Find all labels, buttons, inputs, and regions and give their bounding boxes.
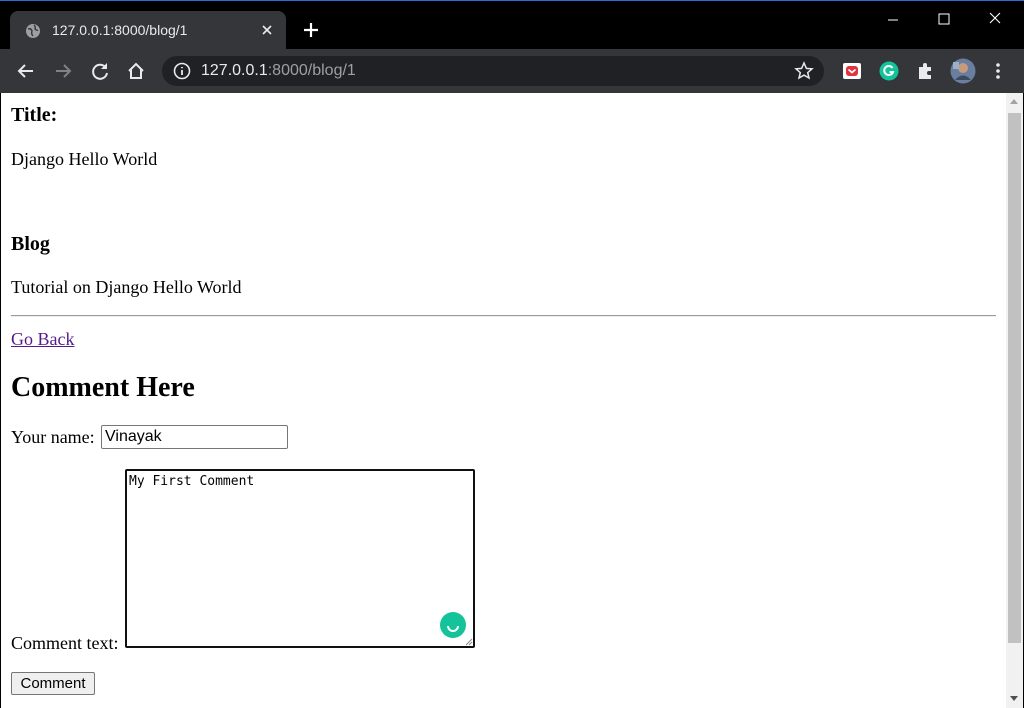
window-close-icon[interactable] [975, 7, 1015, 33]
maximize-icon[interactable] [924, 7, 964, 33]
url-path: :8000/blog/1 [267, 62, 356, 79]
new-tab-icon[interactable] [300, 19, 322, 41]
home-icon[interactable] [125, 60, 147, 82]
name-label: Your name: [11, 427, 95, 447]
scrollbar-thumb[interactable] [1008, 113, 1021, 643]
blog-heading: Blog [11, 233, 50, 255]
title-value: Django Hello World [11, 149, 158, 169]
pocket-icon[interactable] [841, 60, 863, 82]
tab-strip: 127.0.0.1:8000/blog/1 [0, 1, 1024, 49]
menu-kebab-icon[interactable] [987, 60, 1009, 82]
url-host: 127.0.0.1 [201, 62, 268, 79]
comment-textarea[interactable]: My First Comment [125, 469, 475, 648]
reload-icon[interactable] [89, 60, 111, 82]
comment-text-label: Comment text: [11, 633, 119, 653]
tab-title: 127.0.0.1:8000/blog/1 [52, 22, 188, 38]
grammarly-spinner-icon [447, 625, 459, 632]
globe-icon [26, 24, 40, 38]
horizontal-rule [11, 315, 996, 317]
minimize-icon[interactable] [873, 7, 913, 33]
browser-tab[interactable]: 127.0.0.1:8000/blog/1 [10, 11, 286, 49]
address-bar[interactable]: 127.0.0.1:8000/blog/1 [162, 56, 824, 86]
url-text: 127.0.0.1:8000/blog/1 [201, 62, 356, 80]
blog-value: Tutorial on Django Hello World [11, 277, 242, 297]
browser-window: 127.0.0.1:8000/blog/1 127.0.0.1:8000/blo… [0, 0, 1024, 708]
vertical-scrollbar[interactable] [1006, 93, 1023, 708]
comment-submit-button[interactable]: Comment [11, 672, 95, 695]
puzzle-icon[interactable] [914, 60, 936, 82]
forward-icon[interactable] [52, 60, 74, 82]
bookmark-star-icon[interactable] [794, 61, 814, 81]
resize-grip-icon[interactable] [464, 637, 473, 646]
close-tab-icon[interactable] [259, 22, 275, 38]
scroll-up-icon[interactable] [1010, 99, 1018, 104]
grammarly-widget-icon[interactable] [440, 612, 466, 638]
title-heading: Title: [11, 104, 58, 126]
grammarly-icon[interactable] [878, 60, 900, 82]
browser-toolbar: 127.0.0.1:8000/blog/1 [0, 49, 1024, 93]
comment-heading: Comment Here [11, 372, 195, 403]
scroll-down-icon[interactable] [1010, 696, 1018, 701]
go-back-link[interactable]: Go Back [11, 329, 74, 350]
info-icon[interactable] [173, 62, 191, 80]
back-icon[interactable] [15, 60, 37, 82]
avatar[interactable] [950, 58, 976, 84]
name-input[interactable] [101, 425, 288, 449]
page-content: Title: Django Hello World Blog Tutorial … [1, 93, 1006, 708]
